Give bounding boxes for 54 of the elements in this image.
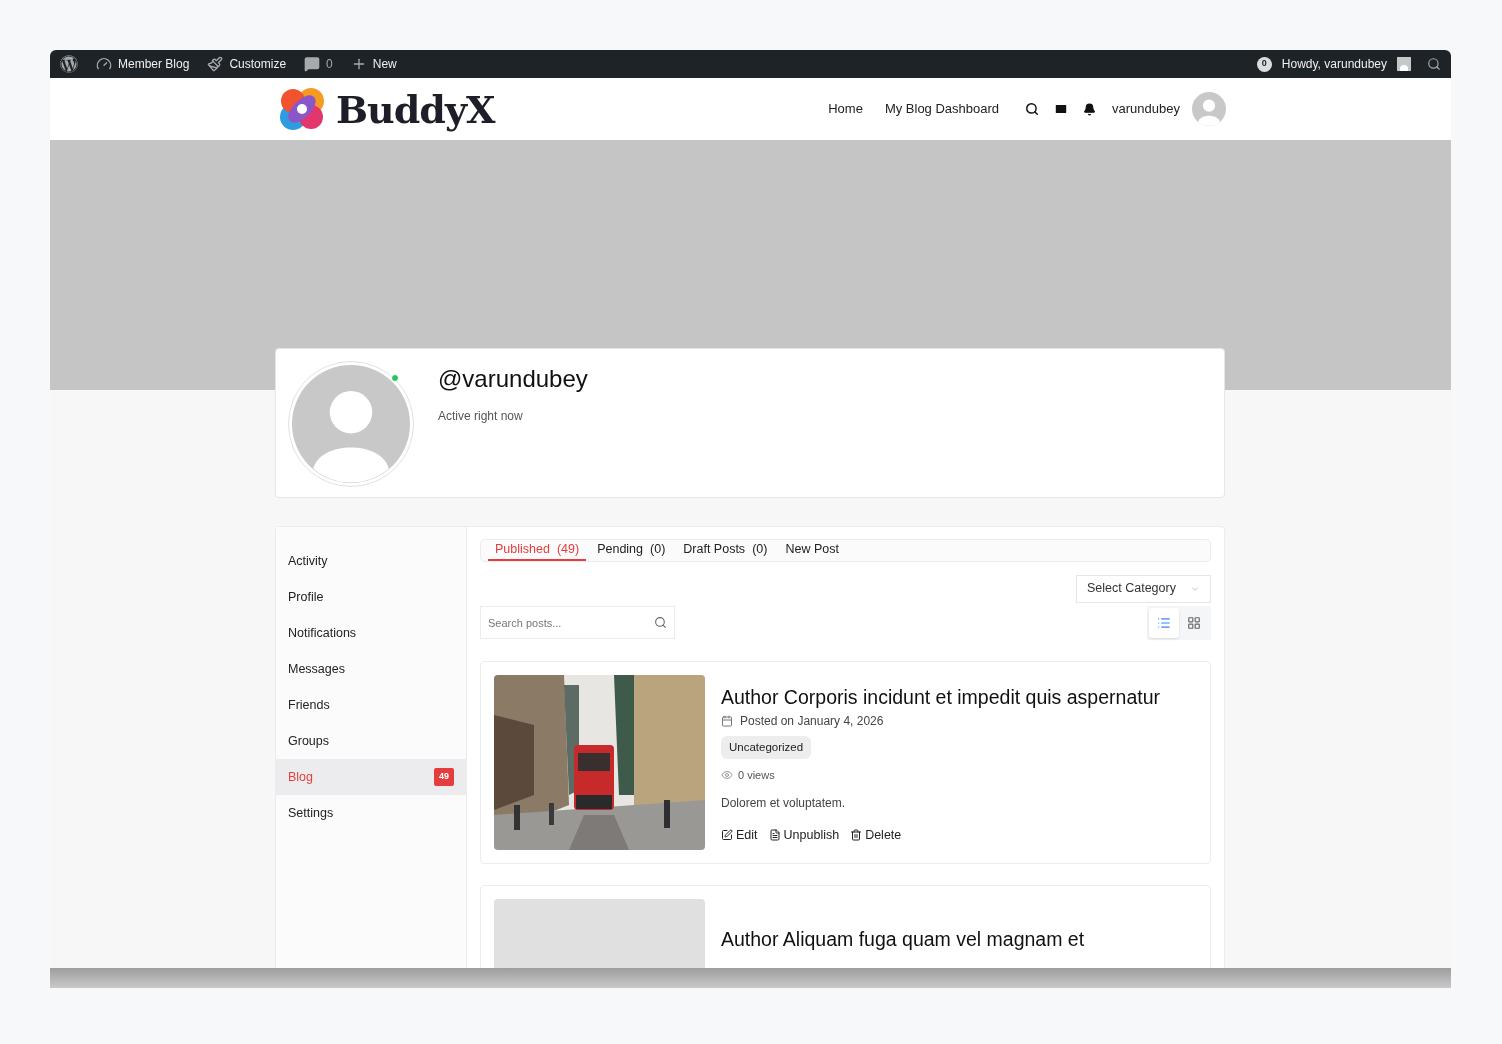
category-tag[interactable]: Uncategorized xyxy=(721,735,812,759)
post-action-link[interactable]: Edit xyxy=(721,825,758,845)
sidebar-item[interactable]: Activity xyxy=(276,543,466,579)
search-field[interactable]: Search posts... xyxy=(480,606,675,640)
bell-icon[interactable] xyxy=(1083,102,1097,116)
sidebar-item[interactable]: Blog 49 xyxy=(276,759,466,795)
notification-count[interactable]: 0 xyxy=(1256,56,1272,72)
eye-icon xyxy=(721,769,733,782)
post-date: Posted on January 4, 2026 xyxy=(740,712,884,730)
admin-bar-link[interactable]: 0 xyxy=(298,55,339,73)
post-title[interactable]: Author Aliquam fuga quam vel magnam et xyxy=(721,925,1085,952)
list-icon xyxy=(1157,615,1171,630)
search-icon[interactable] xyxy=(1427,57,1441,71)
grid-icon xyxy=(1187,615,1201,630)
avatar-icon xyxy=(1397,57,1411,71)
post-title[interactable]: Author Corporis incidunt et impedit quis aspernatur xyxy=(721,683,1160,710)
admin-bar-link[interactable]: Customize xyxy=(201,55,293,73)
post-action-link[interactable]: Delete xyxy=(850,825,902,845)
gauge-icon xyxy=(96,56,112,72)
admin-bar-link[interactable]: New xyxy=(344,55,403,73)
count-badge: 49 xyxy=(434,768,454,786)
paintbrush-icon xyxy=(207,56,224,72)
admin-bar-link[interactable]: Member Blog xyxy=(90,55,196,73)
nav-link[interactable]: Home xyxy=(828,99,863,119)
trash-icon xyxy=(850,828,863,841)
account-link[interactable]: Howdy, varundubey xyxy=(1281,55,1387,73)
nav-link[interactable]: My Blog Dashboard xyxy=(884,99,1000,119)
tab[interactable]: New Post xyxy=(778,540,846,561)
calendar-icon xyxy=(721,714,733,727)
comment-icon xyxy=(304,56,321,72)
profile-status: Active right now xyxy=(438,408,524,425)
sidebar-item[interactable]: Groups xyxy=(276,723,466,759)
sidebar-item[interactable]: Notifications xyxy=(276,615,466,651)
avatar xyxy=(1192,92,1226,126)
tab[interactable]: Published (49) xyxy=(488,540,587,561)
profile-handle: @varundubey xyxy=(438,364,588,394)
edit-icon xyxy=(721,828,733,841)
mail-icon[interactable] xyxy=(1054,102,1069,116)
search-icon[interactable] xyxy=(1025,102,1040,116)
document-icon xyxy=(768,828,781,841)
category-select[interactable]: Select Category xyxy=(1076,574,1211,603)
sidebar-item[interactable]: Profile xyxy=(276,579,466,615)
site-logo-text[interactable]: BuddyX xyxy=(336,80,495,138)
username[interactable]: varundubey xyxy=(1112,99,1180,119)
sidebar-item[interactable]: Settings xyxy=(276,795,466,831)
post-action-link[interactable]: Unpublish xyxy=(768,825,840,845)
sidebar-item[interactable]: Friends xyxy=(276,687,466,723)
view-count: 0 views xyxy=(738,768,775,783)
tab[interactable]: Draft Posts (0) xyxy=(676,540,775,561)
tab[interactable]: Pending (0) xyxy=(590,540,673,561)
logo-icon[interactable] xyxy=(60,55,78,73)
sidebar-item[interactable]: Messages xyxy=(276,651,466,687)
post-excerpt: Dolorem et voluptatem. xyxy=(721,794,847,812)
search-icon xyxy=(654,616,667,630)
